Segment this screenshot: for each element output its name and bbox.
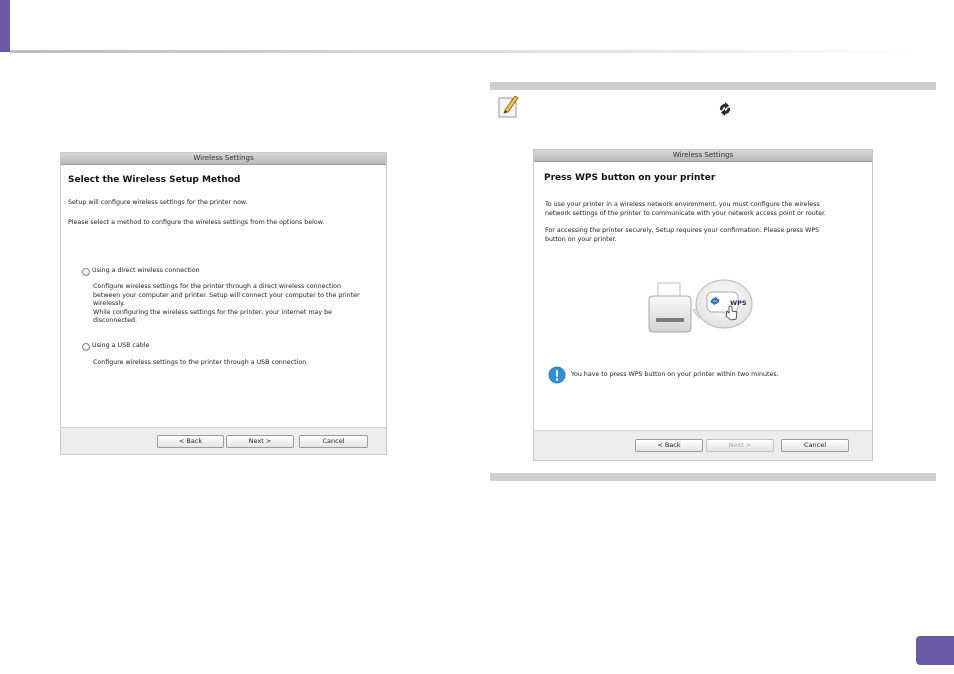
option-description: Configure wireless settings to the print… bbox=[93, 359, 307, 366]
option-label-direct-wireless[interactable]: Using a direct wireless connection bbox=[92, 267, 200, 275]
dialog-footer: < Back Next > Cancel bbox=[534, 430, 872, 460]
cancel-button[interactable]: Cancel bbox=[299, 435, 368, 448]
wps-icon bbox=[717, 101, 733, 117]
note-top-bar bbox=[490, 82, 936, 90]
cancel-button[interactable]: Cancel bbox=[781, 439, 849, 452]
option-description: While configuring the wireless settings … bbox=[93, 308, 332, 316]
next-button[interactable]: Next > bbox=[226, 435, 294, 448]
wireless-setup-method-dialog: Wireless Settings Select the Wireless Se… bbox=[60, 152, 387, 455]
page-number-tab bbox=[916, 636, 954, 665]
dialog-footer: < Back Next > Cancel bbox=[61, 427, 386, 454]
dialog-title: Wireless Settings bbox=[61, 153, 386, 165]
instruction-text: For accessing the printer securely, Setu… bbox=[545, 227, 820, 234]
instruction-text: button on your printer. bbox=[545, 235, 617, 243]
next-button[interactable]: Next > bbox=[706, 439, 774, 452]
page-header-divider bbox=[10, 50, 915, 53]
instruction-text: To use your printer in a wireless networ… bbox=[545, 201, 820, 208]
radio-usb-cable[interactable] bbox=[82, 343, 90, 351]
radio-direct-wireless[interactable] bbox=[82, 268, 90, 276]
note-bottom-bar bbox=[490, 473, 936, 481]
note-pencil-icon bbox=[496, 93, 520, 119]
intro-text: Please select a method to configure the … bbox=[68, 219, 325, 226]
dialog-heading: Press WPS button on your printer bbox=[544, 173, 716, 183]
info-icon bbox=[548, 366, 566, 384]
option-label-usb-cable[interactable]: Using a USB cable bbox=[92, 342, 149, 350]
option-description: Configure wireless settings for the prin… bbox=[93, 283, 342, 290]
option-description: disconnected. bbox=[93, 317, 138, 324]
page-accent-tab bbox=[0, 0, 10, 52]
dialog-title: Wireless Settings bbox=[534, 150, 872, 162]
option-description: wirelessly. bbox=[93, 300, 125, 307]
wps-button-label: WPS bbox=[730, 299, 747, 307]
option-description: between your computer and printer. Setup… bbox=[93, 291, 360, 299]
intro-text: Setup will configure wireless settings f… bbox=[68, 199, 248, 206]
dialog-heading: Select the Wireless Setup Method bbox=[68, 175, 241, 185]
timeout-info-text: You have to press WPS button on your pri… bbox=[571, 371, 779, 378]
back-button[interactable]: < Back bbox=[157, 435, 224, 448]
wps-dialog: Wireless Settings Press WPS button on yo… bbox=[533, 149, 873, 461]
back-button[interactable]: < Back bbox=[635, 439, 703, 452]
instruction-text: network settings of the printer to commu… bbox=[545, 209, 827, 217]
